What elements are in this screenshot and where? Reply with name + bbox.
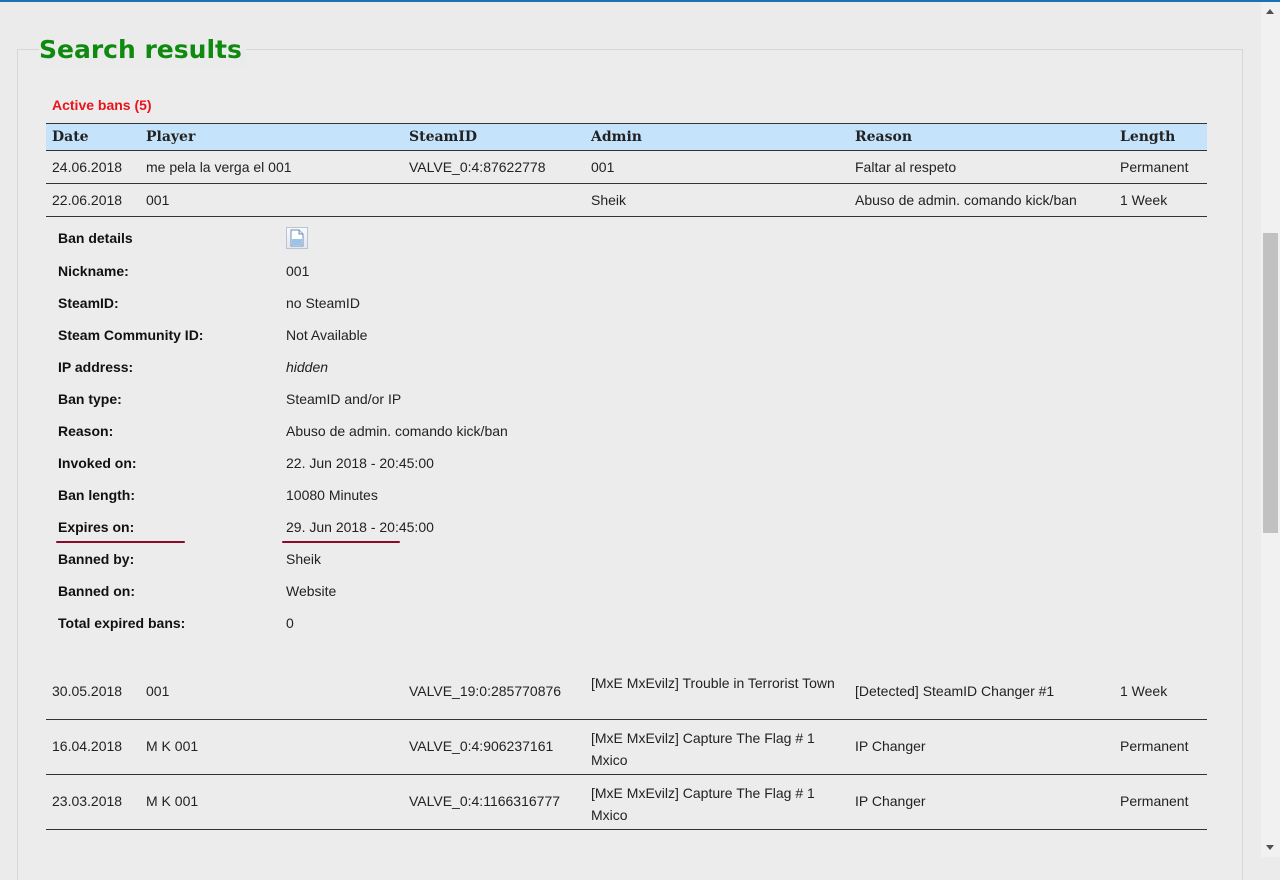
cell-reason: Faltar al respeto [855,159,957,175]
detail-value: Not Available [286,327,368,343]
detail-value: 22. Jun 2018 - 20:45:00 [286,455,434,471]
cell-length: 1 Week [1120,192,1168,208]
detail-row-nickname: Nickname: 001 [46,255,1207,287]
cell-date: 23.03.2018 [52,793,123,809]
cell-admin: 001 [591,159,615,175]
table-row[interactable]: 24.06.2018 me pela la verga el 001 VALVE… [46,151,1207,184]
table-row[interactable]: 30.05.2018 001 VALVE_19:0:285770876 [MxE… [46,665,1207,720]
detail-label: IP address: [58,359,134,375]
detail-label: Nickname: [58,263,129,279]
cell-player: 001 [146,683,170,699]
detail-value: hidden [286,359,329,375]
cell-steamid: VALVE_0:4:906237161 [409,738,554,754]
active-bans-label: Active bans (5) [52,97,152,113]
cell-date: 30.05.2018 [52,683,123,699]
annotation-underline-value [282,541,400,543]
detail-row-community-id: Steam Community ID: Not Available [46,319,1207,351]
detail-value: Abuso de admin. comando kick/ban [286,423,508,439]
detail-value: 0 [286,615,294,631]
annotation-underline-label [56,541,185,543]
scrollbar-thumb[interactable] [1263,233,1278,533]
detail-row-invoked: Invoked on: 22. Jun 2018 - 20:45:00 [46,447,1207,479]
scroll-down-arrow-icon[interactable] [1266,845,1274,850]
header-admin[interactable]: Admin [591,129,642,145]
cell-reason: IP Changer [855,738,926,754]
header-player[interactable]: Player [146,129,195,145]
header-steamid[interactable]: SteamID [409,129,477,145]
detail-label: Ban length: [58,487,135,503]
detail-row-steamid: SteamID: no SteamID [46,287,1207,319]
detail-value: Sheik [286,551,322,567]
detail-label: Total expired bans: [58,615,186,631]
detail-label: Banned on: [58,583,135,599]
detail-row-total-expired: Total expired bans: 0 [46,607,1207,639]
cell-length: Permanent [1120,793,1189,809]
cell-steamid: VALVE_0:4:87622778 [409,159,546,175]
scroll-up-arrow-icon[interactable] [1266,9,1274,14]
table-row[interactable]: 16.04.2018 M K 001 VALVE_0:4:906237161 [… [46,720,1207,775]
cell-length: Permanent [1120,159,1189,175]
ban-details-heading: Ban details [58,230,133,246]
cell-admin: [MxE MxEvilz] Capture The Flag # 1 Mxico [591,730,815,768]
detail-row-reason: Reason: Abuso de admin. comando kick/ban [46,415,1207,447]
cell-admin: Sheik [591,192,627,208]
detail-label: Ban type: [58,391,122,407]
cell-player: me pela la verga el 001 [146,159,292,175]
cell-length: Permanent [1120,738,1189,754]
cell-reason: [Detected] SteamID Changer #1 [855,683,1055,699]
cell-player: M K 001 [146,738,199,754]
detail-row-expires: Expires on: 29. Jun 2018 - 20:45:00 [46,511,1207,543]
document-icon[interactable] [286,227,308,249]
table-row[interactable]: 23.03.2018 M K 001 VALVE_0:4:1166316777 … [46,775,1207,830]
detail-value: no SteamID [286,295,360,311]
header-date[interactable]: Date [52,129,89,145]
detail-label: SteamID: [58,295,119,311]
vertical-scrollbar[interactable] [1261,2,1280,857]
detail-row-ip: IP address: hidden [46,351,1207,383]
cell-admin: [MxE MxEvilz] Trouble in Terrorist Town [591,675,835,691]
cell-player: 001 [146,192,170,208]
cell-date: 24.06.2018 [52,159,123,175]
detail-label: Reason: [58,423,114,439]
table-header: Date Player SteamID Admin Reason Length [46,123,1207,151]
cell-player: M K 001 [146,793,199,809]
cell-reason: IP Changer [855,793,926,809]
detail-value: 10080 Minutes [286,487,378,503]
header-length[interactable]: Length [1120,129,1175,145]
ban-details-panel: Ban details Nickname: 001 SteamID: no St… [46,217,1207,665]
detail-row-ban-length: Ban length: 10080 Minutes [46,479,1207,511]
cell-date: 22.06.2018 [52,192,123,208]
cell-admin: [MxE MxEvilz] Capture The Flag # 1 Mxico [591,785,815,823]
page-title: Search results [39,33,246,67]
detail-value: Website [286,583,337,599]
detail-row-banned-on: Banned on: Website [46,575,1207,607]
cell-reason: Abuso de admin. comando kick/ban [855,192,1077,208]
detail-label: Invoked on: [58,455,137,471]
cell-steamid: VALVE_19:0:285770876 [409,683,562,699]
detail-value: 001 [286,263,310,279]
table-row-expanded[interactable]: 22.06.2018 001 Sheik Abuso de admin. com… [46,184,1207,217]
detail-label: Steam Community ID: [58,327,204,343]
detail-value: SteamID and/or IP [286,391,402,407]
detail-label: Banned by: [58,551,135,567]
detail-label: Expires on: [58,519,135,535]
detail-row-ban-type: Ban type: SteamID and/or IP [46,383,1207,415]
cell-length: 1 Week [1120,683,1168,699]
cell-steamid: VALVE_0:4:1166316777 [409,793,561,809]
header-reason[interactable]: Reason [855,129,912,145]
cell-date: 16.04.2018 [52,738,123,754]
detail-row-banned-by: Banned by: Sheik [46,543,1207,575]
detail-value: 29. Jun 2018 - 20:45:00 [286,519,434,535]
bans-table: Date Player SteamID Admin Reason Length … [46,123,1207,830]
detail-heading-row: Ban details [46,222,1207,254]
